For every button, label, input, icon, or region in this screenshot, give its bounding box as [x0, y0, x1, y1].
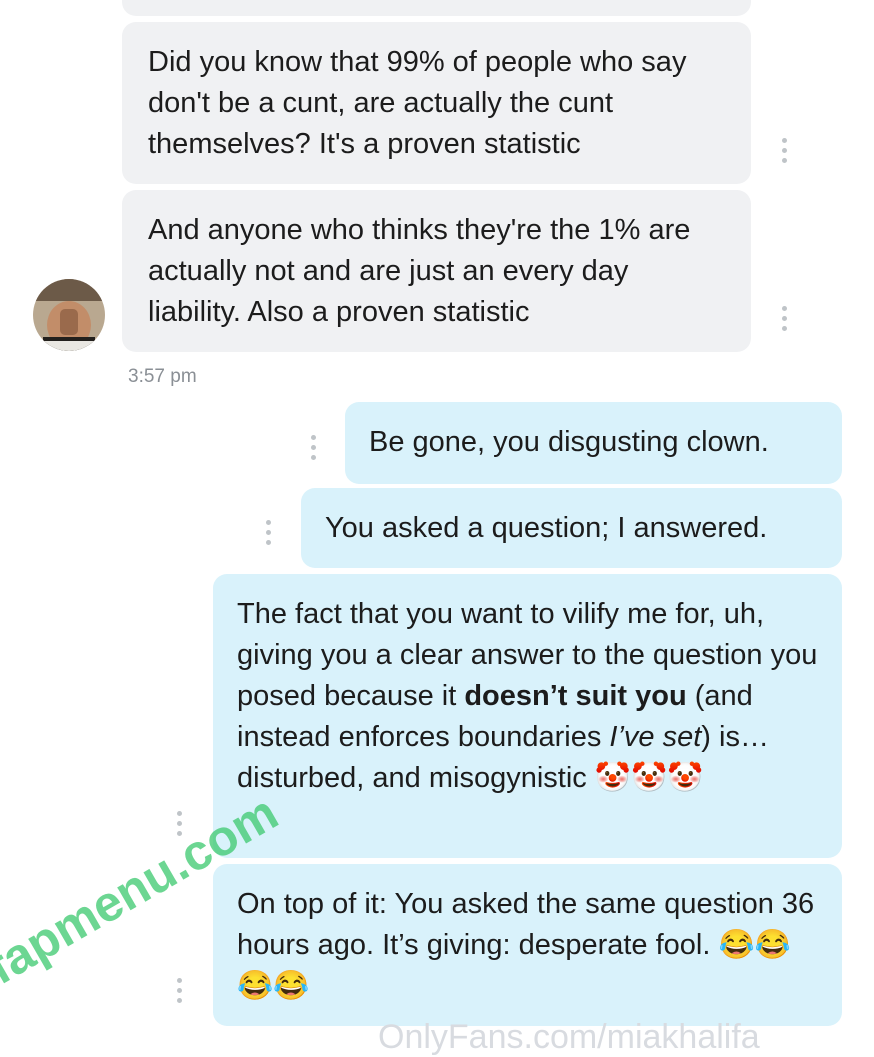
- message-options-icon[interactable]: [780, 138, 788, 164]
- message-text: Be gone, you disgusting clown.: [369, 426, 769, 458]
- avatar[interactable]: [33, 279, 105, 351]
- incoming-message[interactable]: And anyone who thinks they're the 1% are…: [122, 190, 751, 352]
- outgoing-message[interactable]: The fact that you want to vilify me for,…: [213, 574, 842, 858]
- outgoing-message[interactable]: On top of it: You asked the same questio…: [213, 864, 842, 1026]
- message-options-icon[interactable]: [264, 520, 272, 546]
- italic-text: I’ve set: [609, 721, 702, 753]
- outgoing-message[interactable]: Be gone, you disgusting clown.: [345, 402, 842, 484]
- clown-emoji-icon: 🤡🤡🤡: [594, 762, 704, 794]
- message-text: On top of it: You asked the same questio…: [237, 888, 815, 1002]
- avatar-image: [33, 279, 105, 351]
- incoming-message[interactable]: Did you know that 99% of people who say …: [122, 22, 751, 184]
- message-text: You asked a question; I answered.: [325, 512, 768, 544]
- message-bubble-partial: [122, 0, 751, 16]
- onlyfans-watermark: OnlyFans.com/miakhalifa: [378, 1018, 760, 1056]
- message-options-icon[interactable]: [780, 306, 788, 332]
- message-text: The fact that you want to vilify me for,…: [237, 598, 818, 794]
- message-options-icon[interactable]: [175, 978, 183, 1004]
- message-text: Did you know that 99% of people who say …: [148, 46, 687, 160]
- message-timestamp: 3:57 pm: [128, 366, 197, 387]
- message-options-icon[interactable]: [309, 435, 317, 461]
- message-text: And anyone who thinks they're the 1% are…: [148, 214, 691, 328]
- outgoing-message[interactable]: You asked a question; I answered.: [301, 488, 842, 568]
- bold-text: doesn’t suit you: [464, 680, 687, 712]
